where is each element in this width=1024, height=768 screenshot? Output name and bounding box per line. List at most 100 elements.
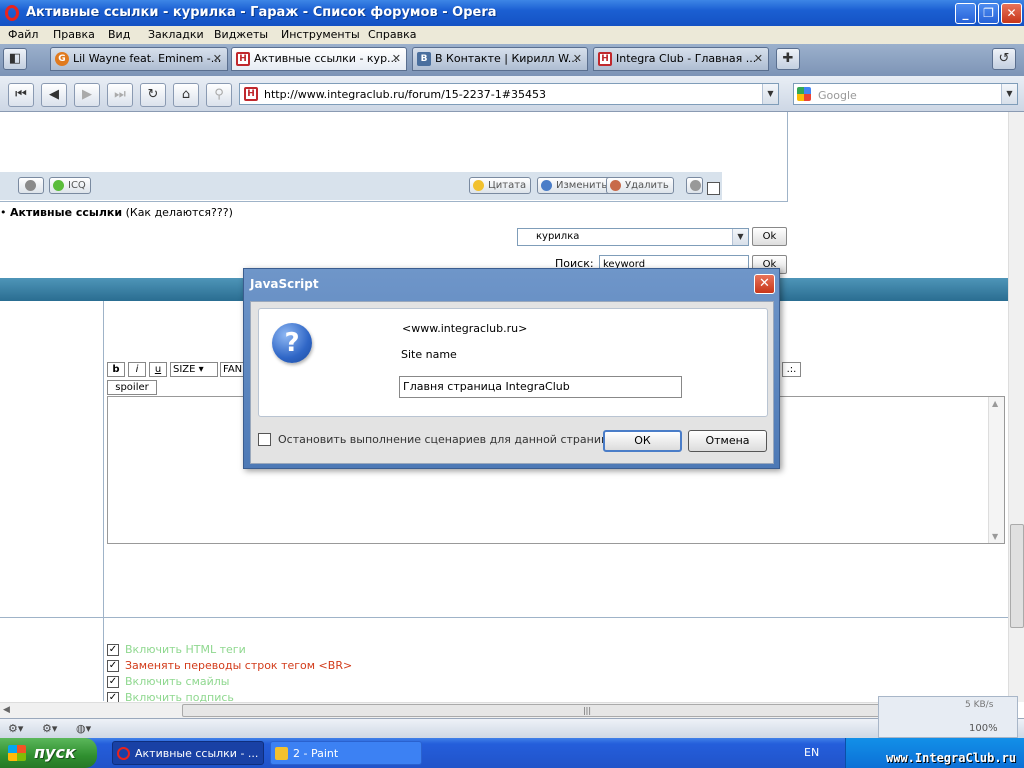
quote-button[interactable]: Цитата	[469, 177, 532, 194]
italic-button[interactable]: i	[128, 362, 146, 377]
scroll-thumb[interactable]: |||	[182, 704, 992, 717]
icq-button[interactable]: ICQ	[49, 177, 91, 194]
menu-tools[interactable]: Инструменты	[281, 28, 360, 41]
stop-scripts-checkbox[interactable]	[258, 433, 271, 446]
chevron-down-icon: ▾	[198, 364, 204, 375]
dialog-body: ? <www.integraclub.ru> Site name Главня …	[250, 301, 774, 464]
quote-bubble-icon	[473, 180, 484, 191]
transfer-speed: 5 KB/s	[965, 700, 994, 710]
bullet-icon: •	[0, 206, 7, 219]
scroll-down-icon[interactable]: ▼	[992, 532, 998, 541]
status-bar: ⚙▾ ⚙▾ ◍▾	[0, 718, 1024, 738]
tab-close-icon[interactable]: ✕	[754, 48, 763, 70]
icq-flower-icon	[53, 180, 64, 191]
dialog-close-button[interactable]: ✕	[754, 274, 775, 294]
windows-taskbar: пуск Активные ссылки - ... 2 - Paint EN	[0, 738, 1024, 768]
more-tags-button[interactable]: .:.	[782, 362, 801, 377]
page-vertical-scrollbar[interactable]	[1008, 112, 1024, 702]
opera-unite-icon[interactable]: ◍▾	[76, 722, 91, 735]
forum-jump-select[interactable]: курилка ▼	[517, 228, 749, 246]
scroll-left-icon[interactable]: ◀	[3, 705, 10, 715]
language-indicator[interactable]: EN	[804, 746, 819, 759]
panel-toggle-button[interactable]: ◧	[3, 48, 27, 70]
tab-lil-wayne[interactable]: G Lil Wayne feat. Eminem -... ✕	[50, 47, 228, 71]
taskbar-item-paint[interactable]: 2 - Paint	[270, 741, 422, 765]
font-select[interactable]: FAN	[220, 362, 244, 377]
new-tab-button[interactable]: ✚	[776, 48, 800, 70]
post-box: ICQ Цитата Изменить Удалить	[0, 112, 788, 202]
size-select[interactable]: SIZE ▾	[170, 362, 218, 377]
option-label-signature: Включить подпись	[125, 691, 234, 702]
rewind-button[interactable]: ⏮	[8, 83, 34, 107]
flag-icon	[690, 180, 701, 191]
prompt-input[interactable]: Главня страница IntegraClub	[399, 376, 682, 398]
delete-button[interactable]: Удалить	[606, 177, 674, 194]
underline-button[interactable]: u	[149, 362, 167, 377]
eraser-icon	[610, 180, 621, 191]
option-checkbox-html[interactable]: ✓	[107, 644, 119, 656]
question-icon: ?	[272, 323, 312, 363]
textarea-scrollbar[interactable]: ▲ ▼	[988, 397, 1004, 543]
forward-button[interactable]: ▶	[74, 83, 100, 107]
tab-close-icon[interactable]: ✕	[213, 48, 222, 70]
speed-dial-icon[interactable]: ⚙▾	[8, 722, 23, 735]
reload-button[interactable]: ↻	[140, 83, 166, 107]
address-field[interactable]: H http://www.integraclub.ru/forum/15-223…	[239, 83, 779, 105]
tab-close-icon[interactable]: ✕	[573, 48, 582, 70]
speed-zoom-panel: 5 KB/s 100%	[878, 696, 1018, 738]
option-checkbox-smiles[interactable]: ✓	[107, 676, 119, 688]
menu-file[interactable]: Файл	[8, 28, 38, 41]
page-horizontal-scrollbar[interactable]: ◀ |||	[0, 702, 1008, 718]
tab-vkontakte[interactable]: B В Контакте | Кирилл W... ✕	[412, 47, 588, 71]
pencil-icon	[541, 180, 552, 191]
fast-forward-button[interactable]: ⏭	[107, 83, 133, 107]
chevron-down-icon[interactable]: ▼	[1001, 84, 1017, 104]
window-title: Активные ссылки - курилка - Гараж - Спис…	[26, 5, 497, 20]
forum-jump-ok-button[interactable]: Ok	[752, 227, 787, 246]
tab-active-links[interactable]: H Активные ссылки - кур... ✕	[231, 47, 407, 71]
tab-close-icon[interactable]: ✕	[392, 48, 401, 70]
minimize-button[interactable]: _	[955, 3, 976, 24]
user-icon	[25, 180, 36, 191]
menu-bookmarks[interactable]: Закладки	[148, 28, 204, 41]
chevron-down-icon[interactable]: ▼	[762, 84, 778, 104]
menu-widgets[interactable]: Виджеты	[214, 28, 268, 41]
thread-title-link[interactable]: Активные ссылки	[10, 206, 122, 219]
menu-edit[interactable]: Правка	[53, 28, 95, 41]
chevron-down-icon[interactable]: ▼	[732, 229, 748, 245]
taskbar-item-opera[interactable]: Активные ссылки - ...	[112, 741, 264, 765]
network-icon[interactable]: ⚙▾	[42, 722, 57, 735]
report-button[interactable]	[686, 177, 703, 194]
dialog-origin: <www.integraclub.ru>	[402, 322, 528, 335]
maximize-button[interactable]: ❐	[978, 3, 999, 24]
orange-favicon-icon: G	[55, 52, 69, 66]
close-window-button[interactable]: ✕	[1001, 3, 1022, 24]
edit-button[interactable]: Изменить	[537, 177, 613, 194]
closed-tabs-button[interactable]: ↺	[992, 48, 1016, 70]
profile-button[interactable]	[18, 177, 44, 194]
start-button[interactable]: пуск	[0, 738, 97, 768]
menu-help[interactable]: Справка	[368, 28, 416, 41]
back-button[interactable]: ◀	[41, 83, 67, 107]
dialog-prompt: Site name	[401, 348, 457, 361]
select-post-checkbox[interactable]	[707, 182, 720, 195]
column-divider	[103, 301, 104, 701]
javascript-prompt-dialog: JavaScript ✕ ? <www.integraclub.ru> Site…	[243, 268, 780, 469]
dialog-ok-button[interactable]: ОК	[603, 430, 682, 452]
tab-bar: ◧ G Lil Wayne feat. Eminem -... ✕ H Акти…	[0, 44, 1024, 76]
option-checkbox-br[interactable]: ✓	[107, 660, 119, 672]
option-checkbox-signature[interactable]: ✓	[107, 692, 119, 702]
spoiler-button[interactable]: spoiler	[107, 380, 157, 395]
google-icon	[797, 87, 811, 101]
scroll-up-icon[interactable]: ▲	[992, 399, 998, 408]
home-button[interactable]: ⌂	[173, 83, 199, 107]
opera-icon	[117, 747, 130, 760]
wand-button[interactable]: ⚲	[206, 83, 232, 107]
tab-integra-club[interactable]: H Integra Club - Главная ... ✕	[593, 47, 769, 71]
search-input[interactable]: Google ▼	[793, 83, 1018, 105]
bold-button[interactable]: b	[107, 362, 125, 377]
dialog-cancel-button[interactable]: Отмена	[688, 430, 767, 452]
scroll-thumb[interactable]	[1010, 524, 1024, 628]
menu-view[interactable]: Вид	[108, 28, 130, 41]
zoom-level[interactable]: 100%	[969, 723, 998, 734]
